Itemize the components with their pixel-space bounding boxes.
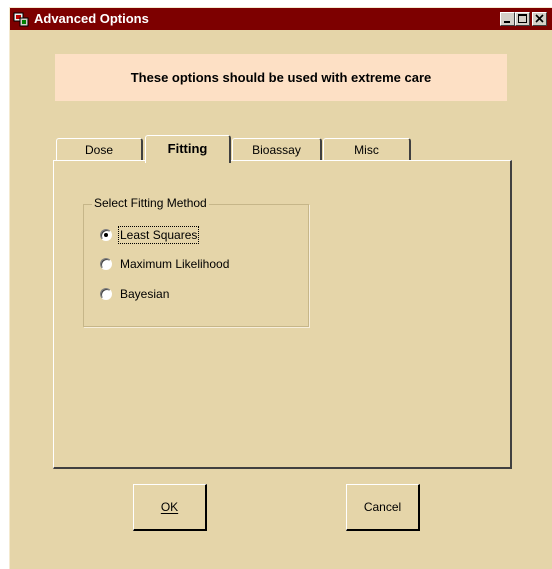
least-squares-label[interactable]: Least Squares (117, 226, 200, 244)
tab-bioassay-label: Bioassay (252, 143, 301, 157)
warning-banner: These options should be used with extrem… (55, 54, 507, 101)
close-icon (535, 14, 544, 23)
maximum-likelihood-label[interactable]: Maximum Likelihood (120, 257, 229, 271)
bayesian-radio[interactable] (100, 288, 112, 300)
ok-button[interactable]: OK (133, 484, 207, 531)
window-title: Advanced Options (34, 11, 149, 26)
tab-dose-label: Dose (84, 143, 113, 157)
fitting-tab-panel: Select Fitting Method Least Squares Maxi… (53, 160, 512, 469)
cancel-button-label: Cancel (363, 499, 402, 514)
minimize-icon (504, 21, 510, 23)
maximize-button[interactable] (515, 12, 530, 26)
warning-text: These options should be used with extrem… (130, 70, 432, 85)
maximize-icon (518, 14, 527, 23)
tab-dose[interactable]: Dose (56, 138, 143, 161)
advanced-options-window: Advanced Options These options should be… (9, 7, 552, 569)
tab-bioassay[interactable]: Bioassay (232, 138, 322, 161)
tab-misc[interactable]: Misc (323, 138, 411, 161)
radio-bayesian[interactable]: Bayesian (100, 286, 169, 302)
bayesian-label[interactable]: Bayesian (120, 287, 169, 301)
ok-button-label: OK (160, 499, 179, 514)
close-button[interactable] (532, 12, 547, 26)
app-icon (13, 11, 29, 27)
cancel-button[interactable]: Cancel (346, 484, 420, 531)
least-squares-radio[interactable] (100, 229, 112, 241)
maximum-likelihood-radio[interactable] (100, 258, 112, 270)
tab-fitting-label: Fitting (167, 141, 208, 156)
fitting-method-group: Select Fitting Method Least Squares Maxi… (83, 196, 309, 327)
tab-fitting[interactable]: Fitting (145, 135, 231, 163)
minimize-button[interactable] (500, 12, 515, 26)
radio-maximum-likelihood[interactable]: Maximum Likelihood (100, 256, 229, 272)
radio-least-squares[interactable]: Least Squares (100, 226, 200, 244)
tab-misc-label: Misc (354, 143, 379, 157)
title-bar[interactable]: Advanced Options (10, 8, 552, 30)
group-label: Select Fitting Method (92, 196, 209, 210)
